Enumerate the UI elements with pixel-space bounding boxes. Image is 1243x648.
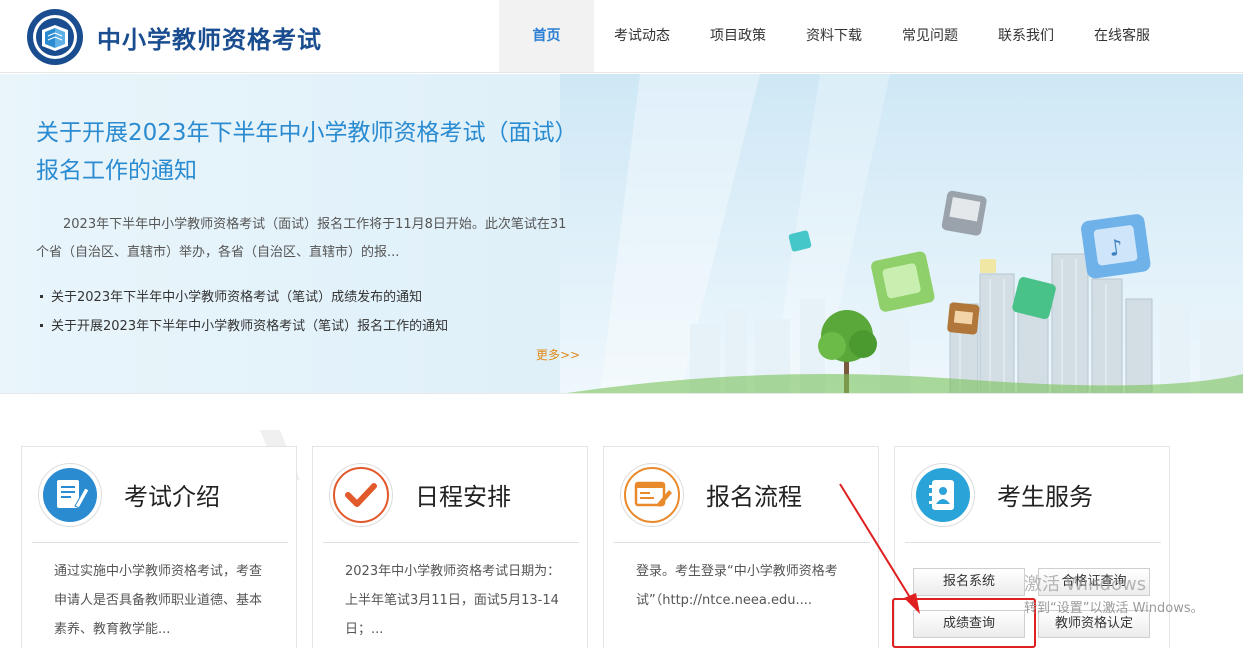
- city-illustration: ♪: [560, 74, 1243, 393]
- nav-online-service[interactable]: 在线客服: [1074, 0, 1170, 72]
- nav-faq[interactable]: 常见问题: [882, 0, 978, 72]
- card-icon-wrapper: [911, 463, 975, 527]
- header: 中小学教师资格考试 首页 考试动态 项目政策 资料下载 常见问题 联系我们 在线…: [0, 0, 1243, 73]
- news-item-label[interactable]: 关于2023年下半年中小学教师资格考试（笔试）成绩发布的通知: [51, 290, 422, 305]
- checkmark-icon: [333, 467, 389, 523]
- card-icon-wrapper: [620, 463, 684, 527]
- card-body: 登录。考生登录“中小学教师资格考试”（http://ntce.neea.edu.…: [636, 564, 838, 608]
- page: 中小学教师资格考试 首页 考试动态 项目政策 资料下载 常见问题 联系我们 在线…: [0, 0, 1243, 648]
- registration-system-button[interactable]: 报名系统: [913, 568, 1025, 596]
- card-title[interactable]: 考生服务: [997, 477, 1093, 512]
- card-exam-intro: 考试介绍 通过实施中小学教师资格考试，考查申请人是否具备教师职业道德、基本素养、…: [21, 446, 297, 648]
- news-item[interactable]: 关于开展2023年下半年中小学教师资格考试（笔试）报名工作的通知: [36, 312, 576, 341]
- divider: [614, 542, 870, 543]
- card-title[interactable]: 报名流程: [706, 477, 802, 512]
- nav-contact[interactable]: 联系我们: [978, 0, 1074, 72]
- more-news-link[interactable]: 更多>>: [536, 346, 580, 363]
- nav-policy[interactable]: 项目政策: [690, 0, 786, 72]
- logo-emblem-icon[interactable]: [26, 8, 84, 66]
- nav-home[interactable]: 首页: [499, 0, 594, 72]
- card-body: 通过实施中小学教师资格考试，考查申请人是否具备教师职业道德、基本素养、教育教学能…: [54, 564, 263, 637]
- document-pen-icon: [43, 468, 97, 522]
- bullet-icon: [40, 294, 43, 298]
- nav-exam-news[interactable]: 考试动态: [594, 0, 690, 72]
- nav-downloads[interactable]: 资料下载: [786, 0, 882, 72]
- card-icon-wrapper: [329, 463, 393, 527]
- news-item-label[interactable]: 关于开展2023年下半年中小学教师资格考试（笔试）报名工作的通知: [51, 319, 448, 334]
- card-icon-wrapper: [38, 463, 102, 527]
- bullet-icon: [40, 323, 43, 327]
- watermark-title: 激活 Windows: [1024, 574, 1147, 595]
- form-pen-icon: [624, 467, 680, 523]
- divider: [32, 542, 288, 543]
- highlight-box: [892, 598, 1036, 648]
- divider: [905, 542, 1161, 543]
- card-title[interactable]: 考试介绍: [124, 477, 220, 512]
- headline-link[interactable]: 关于开展2023年下半年中小学教师资格考试（面试）报名工作的通知: [36, 114, 576, 190]
- watermark-subtitle: 转到“设置”以激活 Windows。: [1024, 601, 1204, 616]
- card-title[interactable]: 日程安排: [415, 477, 511, 512]
- main-nav: 首页 考试动态 项目政策 资料下载 常见问题 联系我们 在线客服: [499, 0, 1170, 72]
- card-schedule: 日程安排 2023年中小学教师资格考试日期为：上半年笔试3月11日，面试5月13…: [312, 446, 588, 648]
- news-item[interactable]: 关于2023年下半年中小学教师资格考试（笔试）成绩发布的通知: [36, 283, 576, 312]
- divider: [323, 542, 579, 543]
- address-book-icon: [916, 468, 970, 522]
- news-list: 关于2023年下半年中小学教师资格考试（笔试）成绩发布的通知 关于开展2023年…: [36, 283, 576, 341]
- site-title[interactable]: 中小学教师资格考试: [97, 20, 322, 55]
- news-banner: ♪ 关于开展2023年下半年中小学教师资格考试（面试）报名工作的通知 2023年…: [0, 74, 1243, 394]
- headline-summary: 2023年下半年中小学教师资格考试（面试）报名工作将于11月8日开始。此次笔试在…: [36, 217, 567, 260]
- card-registration-process: 报名流程 登录。考生登录“中小学教师资格考试”（http://ntce.neea…: [603, 446, 879, 648]
- card-body: 2023年中小学教师资格考试日期为：上半年笔试3月11日，面试5月13-14日；…: [345, 564, 561, 637]
